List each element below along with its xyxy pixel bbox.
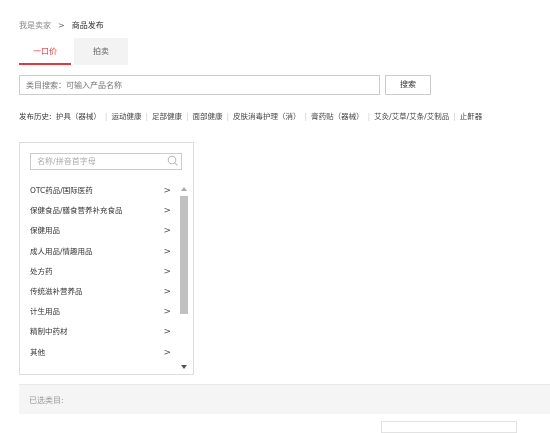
category-item[interactable]: 保健食品/膳食营养补充食品 >: [20, 203, 180, 219]
category-item[interactable]: 保健用品 >: [20, 223, 180, 239]
history-item[interactable]: 足部健康: [152, 112, 182, 121]
search-button[interactable]: 搜索: [385, 75, 431, 95]
breadcrumb-separator: >: [58, 21, 65, 30]
category-item[interactable]: OTC药品/国际医药 >: [20, 183, 180, 199]
chevron-right-icon: >: [163, 307, 171, 318]
search-icon: [167, 155, 179, 172]
category-item[interactable]: 其他 >: [20, 345, 180, 361]
category-item[interactable]: 计生用品 >: [20, 304, 180, 320]
chevron-right-icon: >: [163, 226, 171, 237]
history-item[interactable]: 运动健康: [111, 112, 141, 121]
history-item[interactable]: 皮肤消毒护理（消）: [233, 112, 301, 121]
publish-history: 发布历史: 护具（器械） | 运动健康 | 足部健康 | 面部健康 | 皮肤消毒护理（消） | 膏药…: [19, 111, 482, 122]
category-panel: 名称/拼音首字母 OTC药品/国际医药 > 保健食品/膳食营养补充食品 > 保健用品…: [19, 142, 194, 375]
category-item[interactable]: 处方药 >: [20, 264, 180, 280]
category-item-label: 保健食品/膳食营养补充食品: [30, 206, 123, 216]
chevron-right-icon: >: [163, 246, 171, 257]
history-divider: |: [304, 112, 308, 121]
category-item-label: 处方药: [30, 266, 53, 276]
chevron-right-icon: >: [163, 327, 171, 338]
category-item[interactable]: 传统滋补营养品 >: [20, 284, 180, 300]
chevron-right-icon: >: [163, 186, 171, 196]
category-filter-input[interactable]: 名称/拼音首字母: [30, 153, 182, 170]
category-filter-placeholder: 名称/拼音首字母: [37, 157, 96, 166]
breadcrumb-current: 商品发布: [71, 21, 104, 30]
history-divider: |: [104, 112, 108, 121]
history-divider: |: [367, 112, 371, 121]
history-divider: |: [185, 112, 189, 121]
category-item-label: 成人用品/情趣用品: [30, 246, 93, 256]
next-step-button[interactable]: [381, 421, 517, 433]
category-item-label: 其他: [30, 347, 45, 357]
history-item[interactable]: 止鼾器: [460, 112, 483, 121]
breadcrumb-parent-link[interactable]: 我是卖家: [19, 21, 51, 30]
history-item[interactable]: 膏药贴（器械）: [311, 112, 364, 121]
chevron-right-icon: >: [163, 206, 171, 217]
selected-category-bar: 已选类目:: [19, 384, 550, 414]
history-item[interactable]: 面部健康: [193, 112, 223, 121]
chevron-right-icon: >: [163, 286, 171, 297]
selected-category-label: 已选类目:: [29, 396, 64, 405]
category-scrollbar[interactable]: [180, 187, 188, 371]
history-divider: |: [226, 112, 230, 121]
category-item[interactable]: 成人用品/情趣用品 >: [20, 244, 180, 260]
category-item-label: OTC药品/国际医药: [30, 186, 93, 195]
history-label: 发布历史:: [19, 112, 52, 121]
scrollbar-thumb[interactable]: [180, 196, 188, 314]
tab-auction[interactable]: 拍卖: [74, 38, 128, 65]
history-divider: |: [145, 112, 148, 121]
category-search-input[interactable]: [19, 75, 380, 95]
scroll-down-arrow-icon[interactable]: [181, 365, 187, 369]
category-list: OTC药品/国际医药 > 保健食品/膳食营养补充食品 > 保健用品 > 成人用品/情趣…: [20, 183, 180, 365]
pricing-tabs: 一口价 拍卖: [19, 38, 128, 65]
history-divider: |: [453, 112, 456, 121]
history-item[interactable]: 护具（器械）: [56, 112, 101, 121]
category-item-label: 保健用品: [30, 226, 60, 236]
category-item-label: 计生用品: [30, 307, 60, 317]
category-item-label: 精制中药材: [30, 327, 68, 337]
chevron-right-icon: >: [163, 347, 171, 358]
category-item[interactable]: 精制中药材 >: [20, 324, 180, 340]
tab-fixed-price[interactable]: 一口价: [19, 38, 71, 65]
scroll-up-arrow-icon[interactable]: [181, 187, 187, 191]
history-item[interactable]: 艾灸/艾草/艾条/艾制品: [374, 112, 449, 121]
category-item-label: 传统滋补营养品: [30, 286, 83, 296]
breadcrumb: 我是卖家 > 商品发布: [19, 20, 104, 31]
chevron-right-icon: >: [163, 266, 171, 277]
